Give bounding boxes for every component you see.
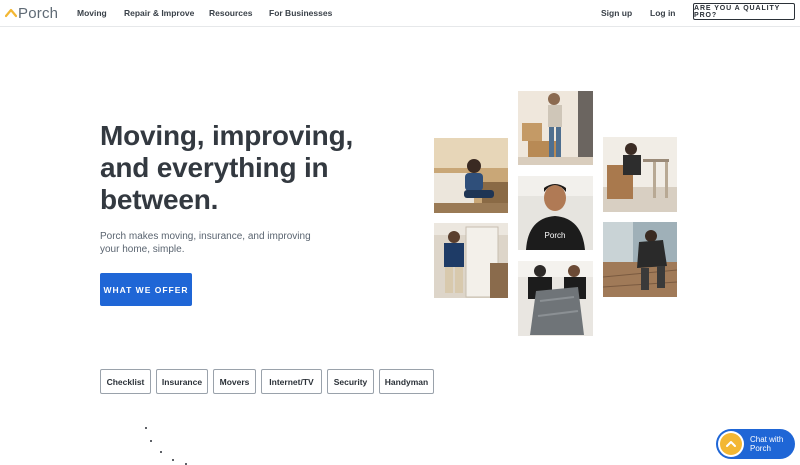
log-in-link[interactable]: Log in [650,8,676,18]
porch-logo[interactable]: Porch [5,4,58,22]
photo-worker-installing-floor [603,222,677,297]
category-insurance[interactable]: Insurance [156,369,208,394]
nav-resources[interactable]: Resources [209,8,252,18]
category-handyman[interactable]: Handyman [379,369,434,394]
logo-text: Porch [18,4,59,22]
chat-label-line2: Porch [750,444,771,453]
porch-chat-icon [720,433,742,455]
porch-roof-icon [5,8,17,18]
chat-label-line1: Chat with [750,435,784,444]
photo-man-assembling-furniture [603,137,677,212]
nav-for-businesses[interactable]: For Businesses [269,8,332,18]
decorative-dot [150,440,152,442]
chat-with-porch-button[interactable]: Chat with Porch [716,429,795,459]
photo-man-carrying-door [434,223,508,298]
photo-mover-wrapping-furniture [518,261,593,336]
decorative-dot [145,427,147,429]
shirt-logo-text: Porch [545,231,566,240]
nav-moving[interactable]: Moving [77,8,107,18]
hero-subtitle: Porch makes moving, insurance, and impro… [100,231,311,255]
category-checklist[interactable]: Checklist [100,369,151,394]
chat-label: Chat with Porch [750,435,790,453]
top-nav-bar: Porch Moving Repair & Improve Resources … [0,0,800,27]
decorative-dot [172,459,174,461]
category-movers[interactable]: Movers [213,369,256,394]
chat-avatar [718,431,744,457]
nav-repair-improve[interactable]: Repair & Improve [124,8,194,18]
category-security[interactable]: Security [327,369,374,394]
sign-up-link[interactable]: Sign up [601,8,632,18]
decorative-dot [160,451,162,453]
quality-pro-button[interactable]: ARE YOU A QUALITY PRO? [693,3,795,20]
hero-title: Moving, improving, and everything in bet… [100,120,354,215]
photo-woman-on-sofa [434,138,508,213]
photo-person-unpacking-boxes [518,91,593,165]
photo-porch-support-agent: Porch [518,176,593,250]
what-we-offer-button[interactable]: WHAT WE OFFER [100,273,192,306]
category-internet-tv[interactable]: Internet/TV [261,369,322,394]
